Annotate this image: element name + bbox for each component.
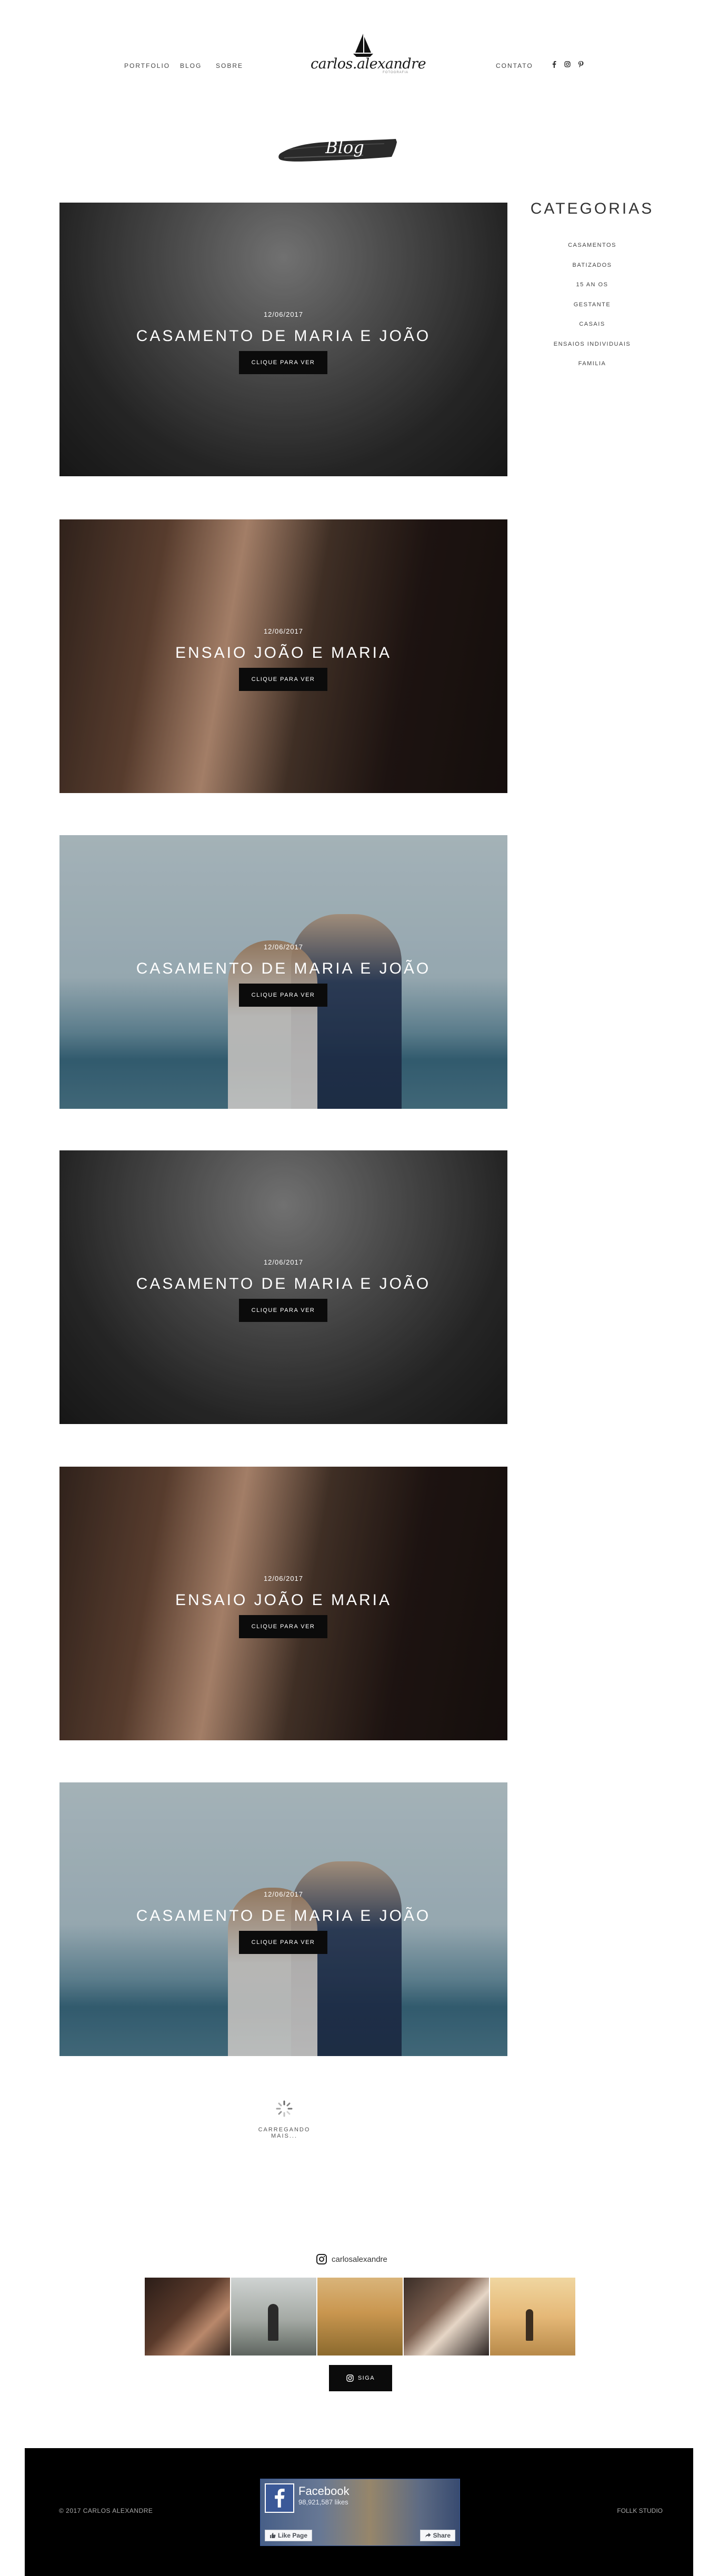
view-post-button[interactable]: CLIQUE PARA VER — [239, 1615, 327, 1638]
site-footer: © 2017 CARLOS ALEXANDRE Facebook 98,921,… — [25, 2448, 693, 2576]
blog-post-card[interactable]: 12/06/2017 CASAMENTO DE MARIA E JOÃO CLIQU… — [59, 203, 507, 476]
blog-post-card[interactable]: 12/06/2017 ENSAIO JOÃO E MARIA CLIQUE PARA… — [59, 1467, 507, 1740]
instagram-photo[interactable] — [145, 2278, 230, 2356]
site-logo[interactable]: carlos.alexandre FOTOGRAFIA — [311, 33, 426, 85]
top-navigation: PORTFOLIO BLOG SOBRE carlos.alexandre FO… — [0, 0, 719, 137]
category-familia[interactable]: FAMILIA — [526, 354, 658, 374]
blog-post-card[interactable]: 12/06/2017 ENSAIO JOÃO E MARIA CLIQUE PARA… — [59, 519, 507, 793]
facebook-page-widget[interactable]: Facebook 98,921,587 likes Like Page Shar… — [260, 2479, 460, 2546]
facebook-icon[interactable] — [550, 60, 558, 68]
instagram-photo[interactable] — [404, 2278, 489, 2356]
category-ensaios-individuais[interactable]: ENSAIOS INDIVIDUAIS — [526, 335, 658, 355]
blog-post-title[interactable]: CASAMENTO DE MARIA E JOÃO — [59, 1275, 507, 1293]
view-post-button[interactable]: CLIQUE PARA VER — [239, 1299, 327, 1322]
instagram-handle: carlosalexandre — [332, 2254, 387, 2264]
blog-post-date: 12/06/2017 — [263, 1890, 304, 1898]
category-batizados[interactable]: BATIZADOS — [526, 256, 658, 276]
thumbs-up-icon — [270, 2533, 276, 2538]
facebook-share-label: Share — [433, 2532, 451, 2539]
sailboat-icon — [353, 34, 373, 57]
instagram-icon — [316, 2254, 327, 2264]
nav-link-sobre[interactable]: SOBRE — [216, 62, 243, 69]
copyright-text: © 2017 CARLOS ALEXANDRE — [59, 2507, 153, 2514]
view-post-button[interactable]: CLIQUE PARA VER — [239, 668, 327, 691]
view-post-button[interactable]: CLIQUE PARA VER — [239, 984, 327, 1007]
facebook-share-button[interactable]: Share — [420, 2530, 455, 2541]
nav-link-portfolio[interactable]: PORTFOLIO — [124, 62, 170, 69]
blog-post-title[interactable]: CASAMENTO DE MARIA E JOÃO — [59, 327, 507, 345]
blog-post-title[interactable]: CASAMENTO DE MARIA E JOÃO — [59, 960, 507, 978]
view-post-button[interactable]: CLIQUE PARA VER — [239, 351, 327, 374]
facebook-icon — [265, 2483, 294, 2513]
blog-post-title[interactable]: ENSAIO JOÃO E MARIA — [59, 1591, 507, 1609]
category-15-anos[interactable]: 15 AN OS — [526, 275, 658, 295]
blog-post-date: 12/06/2017 — [263, 1258, 304, 1266]
instagram-follow-label: SIGA — [357, 2375, 375, 2381]
blog-post-date: 12/06/2017 — [263, 627, 304, 635]
category-casamentos[interactable]: CASAMENTOS — [526, 236, 658, 256]
instagram-photo[interactable] — [490, 2278, 575, 2356]
nav-link-contato[interactable]: CONTATO — [496, 62, 533, 69]
sidebar-categories: CATEGORIAS CASAMENTOS BATIZADOS 15 AN OS… — [526, 200, 658, 374]
studio-credit[interactable]: FOLLK STUDIO — [617, 2507, 663, 2514]
blog-post-date: 12/06/2017 — [263, 943, 304, 951]
sidebar-title: CATEGORIAS — [530, 200, 654, 217]
blog-post-title[interactable]: CASAMENTO DE MARIA E JOÃO — [59, 1907, 507, 1925]
load-more-indicator: CARREGANDO MAIS... — [247, 2100, 321, 2139]
pinterest-icon[interactable] — [576, 60, 585, 68]
spinner-icon — [276, 2100, 293, 2117]
facebook-like-page-button[interactable]: Like Page — [265, 2530, 313, 2541]
blog-heading-text: Blog — [325, 137, 364, 157]
blog-heading-badge: Blog — [274, 126, 400, 168]
facebook-like-count: 98,921,587 likes — [298, 2498, 348, 2506]
instagram-follow-button[interactable]: SIGA — [329, 2365, 392, 2391]
instagram-feed — [145, 2278, 575, 2356]
load-more-text: CARREGANDO MAIS... — [258, 2127, 311, 2139]
facebook-page-name: Facebook — [298, 2484, 349, 2498]
instagram-photo[interactable] — [317, 2278, 403, 2356]
blog-post-title[interactable]: ENSAIO JOÃO E MARIA — [59, 644, 507, 662]
blog-post-date: 12/06/2017 — [263, 310, 304, 318]
instagram-photo[interactable] — [231, 2278, 316, 2356]
blog-post-card[interactable]: 12/06/2017 CASAMENTO DE MARIA E JOÃO CLIQU… — [59, 1782, 507, 2056]
blog-post-date: 12/06/2017 — [263, 1575, 304, 1582]
share-icon — [425, 2533, 431, 2538]
instagram-icon — [346, 2374, 354, 2382]
blog-post-card[interactable]: 12/06/2017 CASAMENTO DE MARIA E JOÃO CLIQU… — [59, 835, 507, 1109]
blog-post-card[interactable]: 12/06/2017 CASAMENTO DE MARIA E JOÃO CLIQU… — [59, 1150, 507, 1424]
facebook-like-page-label: Like Page — [278, 2532, 308, 2539]
category-gestante[interactable]: GESTANTE — [526, 295, 658, 315]
logo-wordmark: carlos.alexandre — [311, 56, 426, 72]
instagram-header[interactable]: carlosalexandre — [316, 2251, 387, 2267]
instagram-icon[interactable] — [563, 60, 572, 68]
view-post-button[interactable]: CLIQUE PARA VER — [239, 1931, 327, 1954]
nav-link-blog[interactable]: BLOG — [180, 62, 202, 69]
category-casais[interactable]: CASAIS — [526, 315, 658, 335]
